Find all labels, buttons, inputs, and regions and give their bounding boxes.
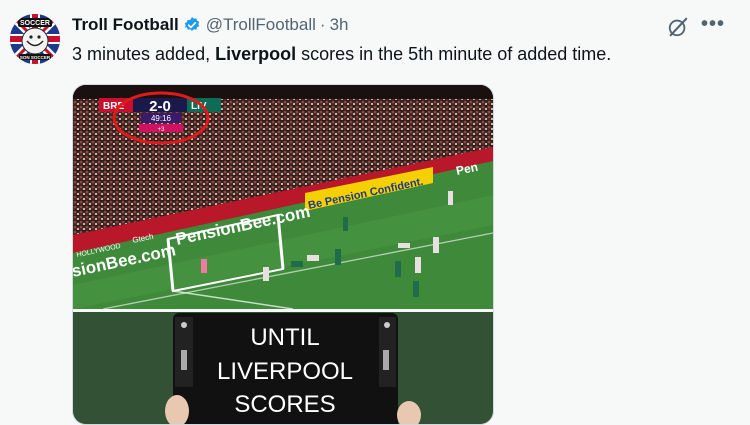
sign-line-2: LIVERPOOL xyxy=(217,358,353,385)
tweet-text: 3 minutes added, Liverpool scores in the… xyxy=(72,44,611,65)
scoreboard-clock: 49:16 xyxy=(151,114,172,123)
grok-icon[interactable] xyxy=(667,16,689,38)
tweet-media[interactable]: Be Pension Confident. Pen Gtech HOLLYWOO… xyxy=(72,84,494,425)
timestamp[interactable]: 3h xyxy=(330,15,349,35)
avatar-badge-text: SOCCER xyxy=(20,20,50,27)
author-handle[interactable]: @TrollFootball xyxy=(206,15,316,35)
tweet-text-part2: scores in the 5th minute of added time. xyxy=(296,44,612,64)
sign-line-3: SCORES xyxy=(234,391,335,418)
avatar-bottom-text: SON SOCCER xyxy=(20,55,51,60)
scoreboard-score: 2-0 xyxy=(149,98,171,115)
tweet-text-bold: Liverpool xyxy=(215,44,297,64)
verified-badge-icon xyxy=(184,17,199,31)
sign-line-1: UNTIL xyxy=(250,324,319,351)
match-photo: Be Pension Confident. Pen Gtech HOLLYWOO… xyxy=(73,85,493,310)
avatar-image: SOCCER SON SOCCER xyxy=(10,14,60,64)
tweet-header: Troll Football @TrollFootball · 3h xyxy=(72,14,348,36)
author-name[interactable]: Troll Football xyxy=(72,15,179,35)
separator-dot: · xyxy=(319,15,326,34)
media-image[interactable]: Be Pension Confident. Pen Gtech HOLLYWOO… xyxy=(73,85,493,424)
more-options-icon[interactable]: ••• xyxy=(700,14,726,37)
scoreboard-added: +3 xyxy=(158,127,166,133)
tweet-text-part1: 3 minutes added, xyxy=(72,44,216,64)
sign-photo: UNTIL LIVERPOOL SCORES xyxy=(73,312,493,424)
avatar[interactable]: SOCCER SON SOCCER xyxy=(10,14,60,64)
